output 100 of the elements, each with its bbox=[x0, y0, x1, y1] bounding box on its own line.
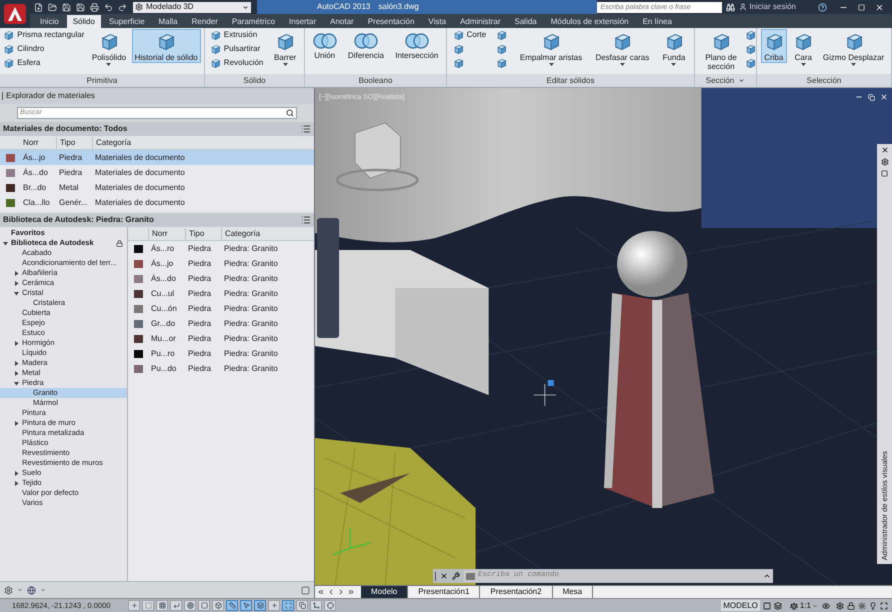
material-row[interactable]: Pu...do Piedra Piedra: Granito bbox=[128, 361, 314, 376]
layout-tab[interactable]: Modelo bbox=[361, 586, 408, 598]
material-row[interactable]: Cu...ul Piedra Piedra: Granito bbox=[128, 286, 314, 301]
save-icon[interactable] bbox=[62, 2, 71, 12]
material-row[interactable]: Pu...ro Piedra Piedra: Granito bbox=[128, 346, 314, 361]
material-row[interactable]: Ás...jo Piedra Materiales de documento bbox=[0, 150, 314, 165]
skip-arrow-icon[interactable] bbox=[317, 588, 325, 596]
ribbon-tab[interactable]: Render bbox=[186, 15, 224, 28]
gear-icon[interactable] bbox=[880, 158, 888, 166]
wrench-icon[interactable] bbox=[452, 572, 460, 580]
gear-icon[interactable] bbox=[836, 602, 844, 610]
workspace-dropdown[interactable]: Modelado 3D bbox=[133, 2, 251, 12]
skip-arrow-icon[interactable] bbox=[347, 588, 355, 596]
annotation-scale-icon[interactable] bbox=[790, 602, 798, 610]
status-toggle[interactable] bbox=[184, 600, 196, 611]
ribbon-tab[interactable]: Módulos de extensión bbox=[544, 15, 635, 28]
column-header[interactable]: Tipo bbox=[185, 228, 221, 240]
restore-icon[interactable] bbox=[868, 94, 875, 100]
maximize-icon[interactable] bbox=[858, 4, 865, 10]
status-toggle[interactable] bbox=[282, 600, 294, 611]
status-toggle[interactable] bbox=[198, 600, 210, 611]
panel-icon[interactable] bbox=[301, 586, 310, 594]
ribbon-tab[interactable]: Superficie bbox=[102, 15, 151, 28]
status-toggle[interactable] bbox=[268, 600, 280, 611]
status-toggle[interactable] bbox=[226, 600, 238, 611]
ribbon-tool-button[interactable]: Revolución bbox=[210, 57, 266, 69]
ribbon-tool-button[interactable]: Extrusión bbox=[210, 29, 266, 41]
column-header[interactable]: Norr bbox=[148, 228, 185, 240]
material-row[interactable]: Cu...ón Piedra Piedra: Granito bbox=[128, 301, 314, 316]
ribbon-tool-button[interactable]: Intersección bbox=[392, 29, 442, 61]
ribbon-tool-button[interactable]: Plano de sección bbox=[697, 29, 745, 72]
binoculars-icon[interactable] bbox=[726, 2, 736, 12]
ribbon-tab[interactable]: Presentación bbox=[362, 15, 420, 28]
lock-icon[interactable] bbox=[847, 602, 855, 610]
ribbon-tool-button[interactable]: Barrer bbox=[270, 29, 300, 67]
sun-icon[interactable] bbox=[858, 602, 866, 610]
ribbon-tool-button[interactable]: Corte bbox=[452, 29, 488, 41]
help-icon[interactable] bbox=[818, 2, 827, 12]
status-toggle[interactable] bbox=[240, 600, 252, 611]
ribbon-tab[interactable]: Anotar bbox=[324, 15, 360, 28]
list-view-icon[interactable] bbox=[301, 215, 311, 225]
ribbon-tab[interactable]: Inicio bbox=[34, 15, 65, 28]
status-toggle[interactable] bbox=[254, 600, 266, 611]
collapsed-arrow-icon[interactable] bbox=[14, 280, 19, 286]
layers-icon[interactable] bbox=[774, 602, 782, 610]
status-toggle[interactable] bbox=[170, 600, 182, 611]
ribbon-tool-button[interactable]: Funda bbox=[660, 29, 688, 67]
expanded-arrow-icon[interactable] bbox=[3, 240, 8, 246]
ribbon-tool-button[interactable]: Gizmo Desplazar bbox=[820, 29, 888, 67]
scale-dropdown[interactable]: 1:1 bbox=[800, 600, 818, 612]
model-space-button[interactable]: MODELO bbox=[721, 600, 760, 611]
ribbon-tool-button[interactable]: Cara bbox=[790, 29, 816, 67]
printer-icon[interactable] bbox=[90, 2, 99, 12]
folder-icon[interactable] bbox=[48, 2, 57, 12]
ribbon-tab[interactable]: Vista bbox=[422, 15, 452, 28]
panel-icon[interactable] bbox=[881, 170, 888, 177]
search-icon[interactable] bbox=[286, 109, 294, 117]
lightbulb-icon[interactable] bbox=[869, 602, 877, 610]
status-toggle[interactable] bbox=[156, 600, 168, 611]
ribbon-tool-button[interactable]: Desfasar caras bbox=[592, 29, 652, 67]
ribbon-tool-button[interactable]: Polisólido bbox=[88, 29, 130, 67]
column-header[interactable]: Norr bbox=[20, 136, 56, 148]
material-row[interactable]: Ás...jo Piedra Piedra: Granito bbox=[128, 256, 314, 271]
ribbon-tool-button[interactable]: Unión bbox=[310, 29, 340, 61]
close-icon[interactable] bbox=[880, 146, 888, 154]
ribbon-tab[interactable]: Salida bbox=[508, 15, 543, 28]
redo-icon[interactable] bbox=[118, 2, 127, 12]
material-row[interactable]: Ás...ro Piedra Piedra: Granito bbox=[128, 241, 314, 256]
maximize-icon[interactable] bbox=[880, 602, 888, 610]
collapsed-arrow-icon[interactable] bbox=[14, 270, 19, 276]
ribbon-tool-button[interactable]: Historial de sólido bbox=[132, 29, 201, 63]
ribbon-tool-button[interactable]: Criba bbox=[760, 29, 787, 63]
ribbon-tab[interactable]: En línea bbox=[636, 15, 678, 28]
ribbon-tab[interactable]: Sólido bbox=[66, 15, 101, 28]
caret-icon[interactable] bbox=[763, 572, 771, 580]
material-row[interactable]: Ás...do Piedra Piedra: Granito bbox=[128, 271, 314, 286]
gear-icon[interactable] bbox=[4, 586, 13, 594]
collapsed-arrow-icon[interactable] bbox=[14, 470, 19, 476]
column-header[interactable]: Tipo bbox=[56, 136, 92, 148]
ribbon-tool-button[interactable]: Diferencia bbox=[344, 29, 387, 61]
material-row[interactable]: Gr...do Piedra Piedra: Granito bbox=[128, 316, 314, 331]
ribbon-tool-button[interactable]: Prisma rectangular bbox=[3, 29, 86, 41]
caret-icon[interactable] bbox=[738, 77, 746, 84]
column-header[interactable]: Categoría bbox=[92, 136, 314, 148]
ribbon-tool-button[interactable]: Esfera bbox=[3, 57, 86, 69]
status-toggle[interactable] bbox=[212, 600, 224, 611]
list-view-icon[interactable] bbox=[301, 124, 311, 134]
collapsed-arrow-icon[interactable] bbox=[14, 370, 19, 376]
save-icon[interactable] bbox=[76, 2, 85, 12]
expanded-arrow-icon[interactable] bbox=[14, 290, 19, 296]
collapsed-arrow-icon[interactable] bbox=[14, 420, 19, 426]
ribbon-tab[interactable]: Malla bbox=[152, 15, 184, 28]
close-icon[interactable] bbox=[440, 572, 448, 580]
collapsed-arrow-icon[interactable] bbox=[14, 340, 19, 346]
ribbon-tab[interactable]: Insertar bbox=[283, 15, 322, 28]
material-row[interactable]: Ás...do Piedra Materiales de documento bbox=[0, 165, 314, 180]
ribbon-tab[interactable]: Administrar bbox=[454, 15, 507, 28]
material-row[interactable]: Cla...llo Genér... Materiales de documento bbox=[0, 195, 314, 210]
collapsed-arrow-icon[interactable] bbox=[14, 360, 19, 366]
expanded-arrow-icon[interactable] bbox=[14, 380, 19, 386]
